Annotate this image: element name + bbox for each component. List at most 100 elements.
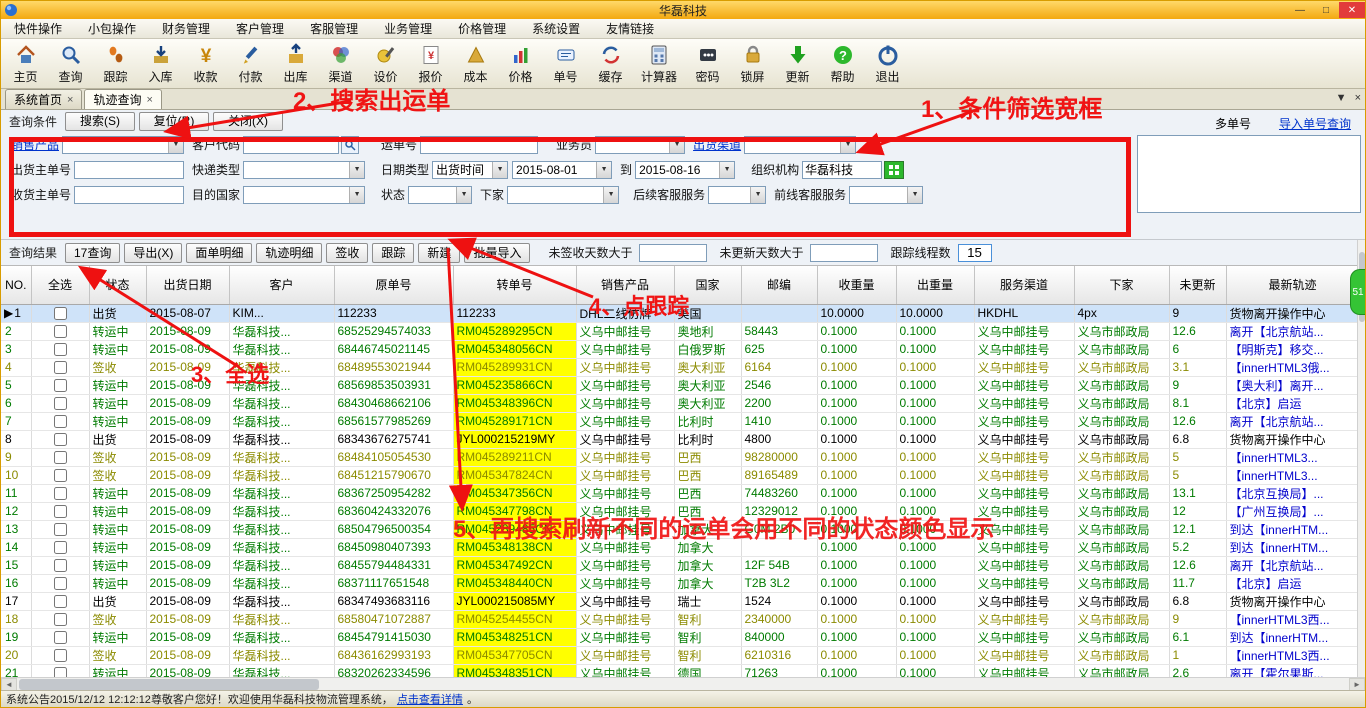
table-row[interactable]: 9签收2015-08-09华磊科技...68484105054530RM0452… bbox=[1, 448, 1359, 466]
price-button[interactable]: 价格 bbox=[498, 40, 543, 88]
header-out-weight[interactable]: 出重量 bbox=[896, 266, 974, 304]
table-row[interactable]: 19转运中2015-08-09华磊科技...68454791415030RM04… bbox=[1, 628, 1359, 646]
sign-button[interactable]: 签收 bbox=[326, 243, 368, 263]
lock-screen-button[interactable]: 锁屏 bbox=[730, 40, 775, 88]
sale-product-label[interactable]: 销售产品 bbox=[11, 136, 59, 153]
destination-country-select[interactable]: ▼ bbox=[243, 186, 365, 204]
header-latest-track[interactable]: 最新轨迹 bbox=[1226, 266, 1359, 304]
result-count-query-button[interactable]: 17查询 bbox=[65, 243, 120, 263]
track-button[interactable]: 跟踪 bbox=[93, 40, 138, 88]
tab-list-dropdown-icon[interactable]: ▼ bbox=[1336, 92, 1347, 104]
status-filter-select[interactable]: ▼ bbox=[408, 186, 472, 204]
row-select-checkbox[interactable] bbox=[54, 451, 67, 464]
inbound-button[interactable]: 入库 bbox=[138, 40, 183, 88]
multi-number-input[interactable] bbox=[1137, 135, 1361, 213]
header-transfer-number[interactable]: 转单号 bbox=[453, 266, 576, 304]
tab-track-query[interactable]: 轨迹查询 × bbox=[84, 89, 161, 109]
front-service-select[interactable]: ▼ bbox=[849, 186, 923, 204]
chevron-down-icon[interactable]: ▼ bbox=[603, 187, 618, 203]
header-service-channel[interactable]: 服务渠道 bbox=[974, 266, 1074, 304]
table-row[interactable]: 3转运中2015-08-09华磊科技...68446745021145RM045… bbox=[1, 340, 1359, 358]
date-to-picker[interactable]: 2015-08-16▼ bbox=[635, 161, 735, 179]
menu-item-express-ops[interactable]: 快件操作 bbox=[1, 19, 75, 39]
date-from-picker[interactable]: 2015-08-01▼ bbox=[512, 161, 612, 179]
tracking-number-button[interactable]: 单号 bbox=[543, 40, 588, 88]
import-number-query-link[interactable]: 导入单号查询 bbox=[1279, 115, 1351, 132]
ship-channel-label[interactable]: 出货渠道 bbox=[693, 136, 741, 153]
table-row[interactable]: ▶1出货2015-08-07KIM...112233112233DHL二线仿牌美… bbox=[1, 304, 1359, 322]
channel-button[interactable]: 渠道 bbox=[318, 40, 363, 88]
header-country[interactable]: 国家 bbox=[674, 266, 741, 304]
cost-button[interactable]: 成本 bbox=[453, 40, 498, 88]
reset-button[interactable]: 复位(R) bbox=[139, 112, 209, 131]
table-row[interactable]: 7转运中2015-08-09华磊科技...68561577985269RM045… bbox=[1, 412, 1359, 430]
thread-count-input[interactable] bbox=[958, 244, 992, 262]
quote-button[interactable]: ¥ 报价 bbox=[408, 40, 453, 88]
table-row[interactable]: 20签收2015-08-09华磊科技...68436162993193RM045… bbox=[1, 646, 1359, 664]
unsigned-days-input[interactable] bbox=[639, 244, 707, 262]
row-select-checkbox[interactable] bbox=[54, 361, 67, 374]
receive-payment-button[interactable]: ¥ 收款 bbox=[183, 40, 228, 88]
cache-button[interactable]: 缓存 bbox=[588, 40, 633, 88]
unupdated-days-input[interactable] bbox=[810, 244, 878, 262]
side-panel-badge[interactable]: 51 bbox=[1350, 269, 1365, 315]
horizontal-scrollbar[interactable]: ◄ ► bbox=[1, 677, 1365, 691]
row-select-checkbox[interactable] bbox=[54, 487, 67, 500]
sale-product-select[interactable]: ▼ bbox=[62, 136, 184, 154]
track-action-button[interactable]: 跟踪 bbox=[372, 243, 414, 263]
express-type-select[interactable]: ▼ bbox=[243, 161, 365, 179]
menu-item-links[interactable]: 友情链接 bbox=[593, 19, 667, 39]
menu-item-parcel-ops[interactable]: 小包操作 bbox=[75, 19, 149, 39]
header-zip[interactable]: 邮编 bbox=[741, 266, 817, 304]
chevron-down-icon[interactable]: ▼ bbox=[840, 137, 855, 153]
chevron-down-icon[interactable]: ▼ bbox=[349, 162, 364, 178]
row-select-checkbox[interactable] bbox=[54, 577, 67, 590]
chevron-down-icon[interactable]: ▼ bbox=[456, 187, 471, 203]
header-select-all[interactable]: 全选 bbox=[31, 266, 89, 304]
chevron-down-icon[interactable]: ▼ bbox=[349, 187, 364, 203]
organization-picker-button[interactable] bbox=[884, 161, 904, 179]
search-query-button[interactable]: 搜索(S) bbox=[65, 112, 135, 131]
table-row[interactable]: 4签收2015-08-09华磊科技...68489553021944RM0452… bbox=[1, 358, 1359, 376]
password-button[interactable]: 密码 bbox=[685, 40, 730, 88]
chevron-down-icon[interactable]: ▼ bbox=[596, 162, 611, 178]
table-row[interactable]: 12转运中2015-08-09华磊科技...68360424332076RM04… bbox=[1, 502, 1359, 520]
chevron-down-icon[interactable]: ▼ bbox=[907, 187, 922, 203]
header-ship-date[interactable]: 出货日期 bbox=[146, 266, 229, 304]
menu-item-pricing[interactable]: 价格管理 bbox=[445, 19, 519, 39]
table-row[interactable]: 10签收2015-08-09华磊科技...68451215790670RM045… bbox=[1, 466, 1359, 484]
table-row[interactable]: 16转运中2015-08-09华磊科技...68371117651548RM04… bbox=[1, 574, 1359, 592]
table-row[interactable]: 14转运中2015-08-09华磊科技...68450980407393RM04… bbox=[1, 538, 1359, 556]
date-type-select[interactable]: 出货时间▼ bbox=[432, 161, 508, 179]
export-button[interactable]: 导出(X) bbox=[124, 243, 182, 263]
row-select-checkbox[interactable] bbox=[54, 613, 67, 626]
row-select-checkbox[interactable] bbox=[54, 505, 67, 518]
table-row[interactable]: 5转运中2015-08-09华磊科技...68569853503931RM045… bbox=[1, 376, 1359, 394]
menu-item-system[interactable]: 系统设置 bbox=[519, 19, 593, 39]
row-select-checkbox[interactable] bbox=[54, 649, 67, 662]
menu-item-finance[interactable]: 财务管理 bbox=[149, 19, 223, 39]
menu-item-customer[interactable]: 客户管理 bbox=[223, 19, 297, 39]
row-select-checkbox[interactable] bbox=[54, 559, 67, 572]
chevron-down-icon[interactable]: ▼ bbox=[492, 162, 507, 178]
row-select-checkbox[interactable] bbox=[54, 523, 67, 536]
label-detail-button[interactable]: 面单明细 bbox=[186, 243, 252, 263]
new-button[interactable]: 新建 bbox=[418, 243, 460, 263]
horizontal-scrollbar-thumb[interactable] bbox=[19, 679, 319, 690]
maximize-button[interactable]: □ bbox=[1313, 2, 1339, 18]
header-no[interactable]: NO. bbox=[1, 266, 31, 304]
table-row[interactable]: 2转运中2015-08-09华磊科技...68525294574033RM045… bbox=[1, 322, 1359, 340]
header-status[interactable]: 状态 bbox=[89, 266, 146, 304]
tab-close-all-icon[interactable]: × bbox=[1355, 92, 1361, 104]
help-button[interactable]: ? 帮助 bbox=[820, 40, 865, 88]
minimize-button[interactable]: — bbox=[1287, 2, 1313, 18]
menu-item-business[interactable]: 业务管理 bbox=[371, 19, 445, 39]
batch-import-button[interactable]: 批量导入 bbox=[464, 243, 530, 263]
row-select-checkbox[interactable] bbox=[54, 415, 67, 428]
downstream-filter-select[interactable]: ▼ bbox=[507, 186, 619, 204]
header-original-number[interactable]: 原单号 bbox=[334, 266, 453, 304]
home-button[interactable]: 主页 bbox=[3, 40, 48, 88]
row-select-checkbox[interactable] bbox=[54, 631, 67, 644]
row-select-checkbox[interactable] bbox=[54, 469, 67, 482]
outbound-button[interactable]: 出库 bbox=[273, 40, 318, 88]
